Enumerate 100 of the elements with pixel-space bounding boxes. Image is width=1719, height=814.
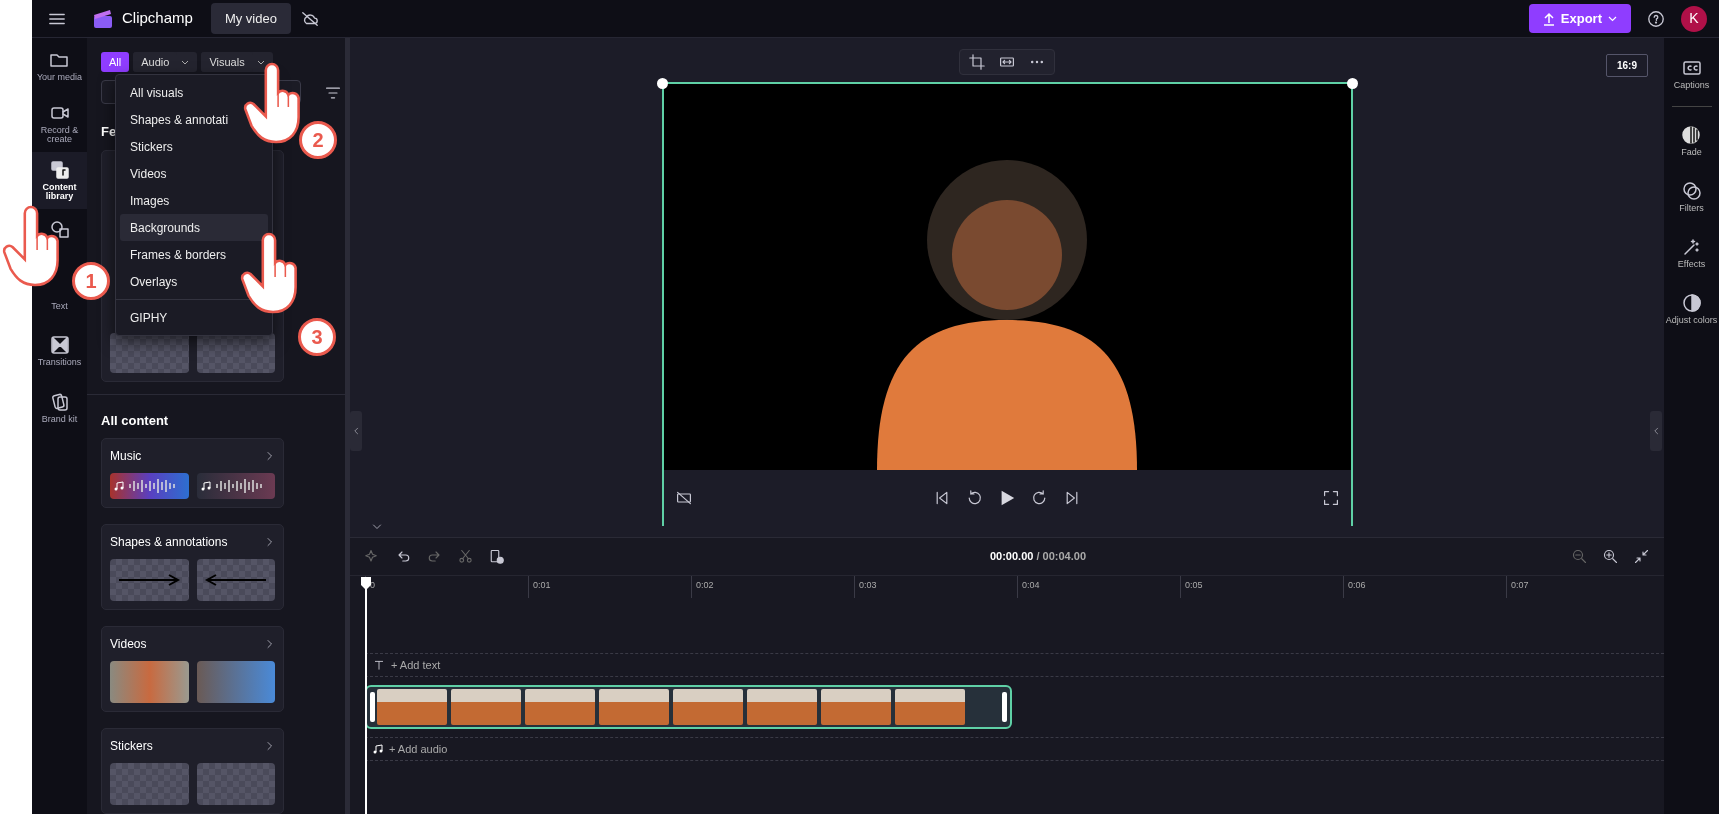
stacked-cards-icon [49,159,70,180]
hide-video-icon[interactable] [675,490,692,506]
resize-handle[interactable] [656,78,668,89]
sticker-thumbnail[interactable] [196,763,275,805]
trim-handle[interactable] [370,692,375,722]
total-duration: / 00:04.00 [1036,550,1086,563]
chevron-down-icon[interactable] [372,521,382,532]
audio-thumbnail[interactable] [196,473,275,499]
category-title: Stickers [110,738,153,755]
clip-frame-photo [525,689,595,725]
chevron-right-icon[interactable] [265,639,275,649]
cloud-off-icon[interactable] [300,9,319,28]
add-text-label: + Add text [391,657,441,673]
skip-forward-icon[interactable] [1064,490,1080,506]
aspect-ratio-button[interactable]: 16:9 [1606,54,1648,77]
upload-icon [1542,11,1555,26]
chevron-right-icon[interactable] [265,741,275,751]
zoom-in-icon[interactable] [1603,549,1618,564]
trim-handle[interactable] [1002,692,1007,722]
clip-frame-photo [599,689,669,725]
fullscreen-icon[interactable] [1322,490,1339,506]
chevron-right-icon[interactable] [265,451,275,461]
undo-icon[interactable] [396,549,411,564]
menu-item[interactable]: All visuals [120,79,194,106]
cards-icon [49,392,70,413]
project-title-field[interactable]: My video [210,2,291,35]
fit-icon[interactable] [999,54,1015,70]
menu-item[interactable]: Stickers [120,133,183,160]
filter-tab[interactable]: All [101,52,130,72]
sidebar-item[interactable]: Record & create [32,95,87,152]
dropdown-caret-icon[interactable] [256,60,265,66]
sidebar-item[interactable]: Brand kit [39,380,80,437]
video-frame-photo[interactable] [663,84,1351,470]
section-heading: Fe [101,123,117,141]
forward-icon[interactable] [1032,490,1048,506]
redo-icon[interactable] [427,549,442,564]
export-button[interactable]: Export [1528,3,1631,34]
skip-back-icon[interactable] [934,490,950,506]
clip-frame-photo [747,689,817,725]
zoom-out-icon[interactable] [1572,549,1587,564]
ruler-label: 0:04 [1022,580,1040,590]
ruler-label: 0:02 [696,580,714,590]
menu-item[interactable]: Overlays [120,268,188,295]
clapperboard-logo-icon [92,8,114,29]
avatar[interactable]: K [1681,5,1707,32]
menu-item[interactable]: Images [120,187,180,214]
menu-item[interactable]: Frames & borders [120,241,237,268]
music-note-icon [200,481,211,491]
sparkle-icon[interactable] [365,549,380,564]
sidebar-item[interactable]: Content library [32,152,87,209]
audio-track[interactable]: + Add audio [365,737,1664,761]
chevron-right-icon[interactable] [265,537,275,547]
arrow-thumbnail[interactable] [196,559,275,601]
menu-item[interactable]: GIPHY [120,304,178,331]
arrow-icon [203,574,268,586]
app-name: Clipchamp [122,8,193,29]
ruler-label: 0:05 [1185,580,1203,590]
ruler-label: 0:06 [1348,580,1366,590]
overlapping-circles-icon [1681,180,1702,201]
chevron-left-icon [352,427,360,435]
content-category-card[interactable]: Stickers [101,728,284,814]
resize-handle[interactable] [1346,78,1358,89]
sidebar-item[interactable]: Your media [34,38,85,95]
property-tab[interactable]: Captions [1673,46,1710,102]
add-clip-icon[interactable] [489,549,504,564]
crop-icon[interactable] [969,54,985,70]
arrow-icon [117,574,182,586]
magic-wand-icon [1681,236,1702,257]
audio-thumbnail[interactable] [110,473,189,499]
property-tab[interactable]: Effects [1677,225,1706,281]
video-clip[interactable] [365,685,1012,729]
section-heading: All content [101,411,170,430]
content-category-card[interactable]: Music [101,438,284,508]
property-tab[interactable]: Filters [1679,169,1704,225]
text-track[interactable]: + Add text [365,653,1664,677]
sticker-thumbnail[interactable] [110,332,189,373]
help-icon[interactable] [1647,9,1665,28]
text-icon [373,659,385,671]
clip-frame-photo [821,689,891,725]
menu-item[interactable]: Videos [120,160,177,187]
sidebar-item[interactable]: Text [49,301,70,311]
sidebar-item[interactable]: Transitions [35,323,84,380]
sticker-thumbnail[interactable] [196,332,275,373]
shrink-icon[interactable] [1634,549,1649,564]
striped-circle-icon [1681,124,1702,145]
shapes-icon [49,219,70,239]
property-tab[interactable]: Adjust colors [1665,281,1718,337]
sticker-thumbnail[interactable] [110,763,189,805]
playhead[interactable] [360,576,372,814]
menu-item[interactable]: Shapes & annotati [120,106,239,133]
arrow-thumbnail[interactable] [110,559,189,601]
dropdown-caret-icon[interactable] [181,60,190,66]
content-category-card[interactable]: Videos [101,626,284,712]
property-tab[interactable]: Fade [1681,113,1702,169]
menu-item[interactable]: Backgrounds [120,214,268,241]
ruler-label: 0:03 [859,580,877,590]
content-category-card[interactable]: Shapes & annotations [101,524,284,610]
scissors-icon[interactable] [458,549,473,564]
transitions-icon [49,335,70,356]
rewind-icon[interactable] [966,490,982,506]
